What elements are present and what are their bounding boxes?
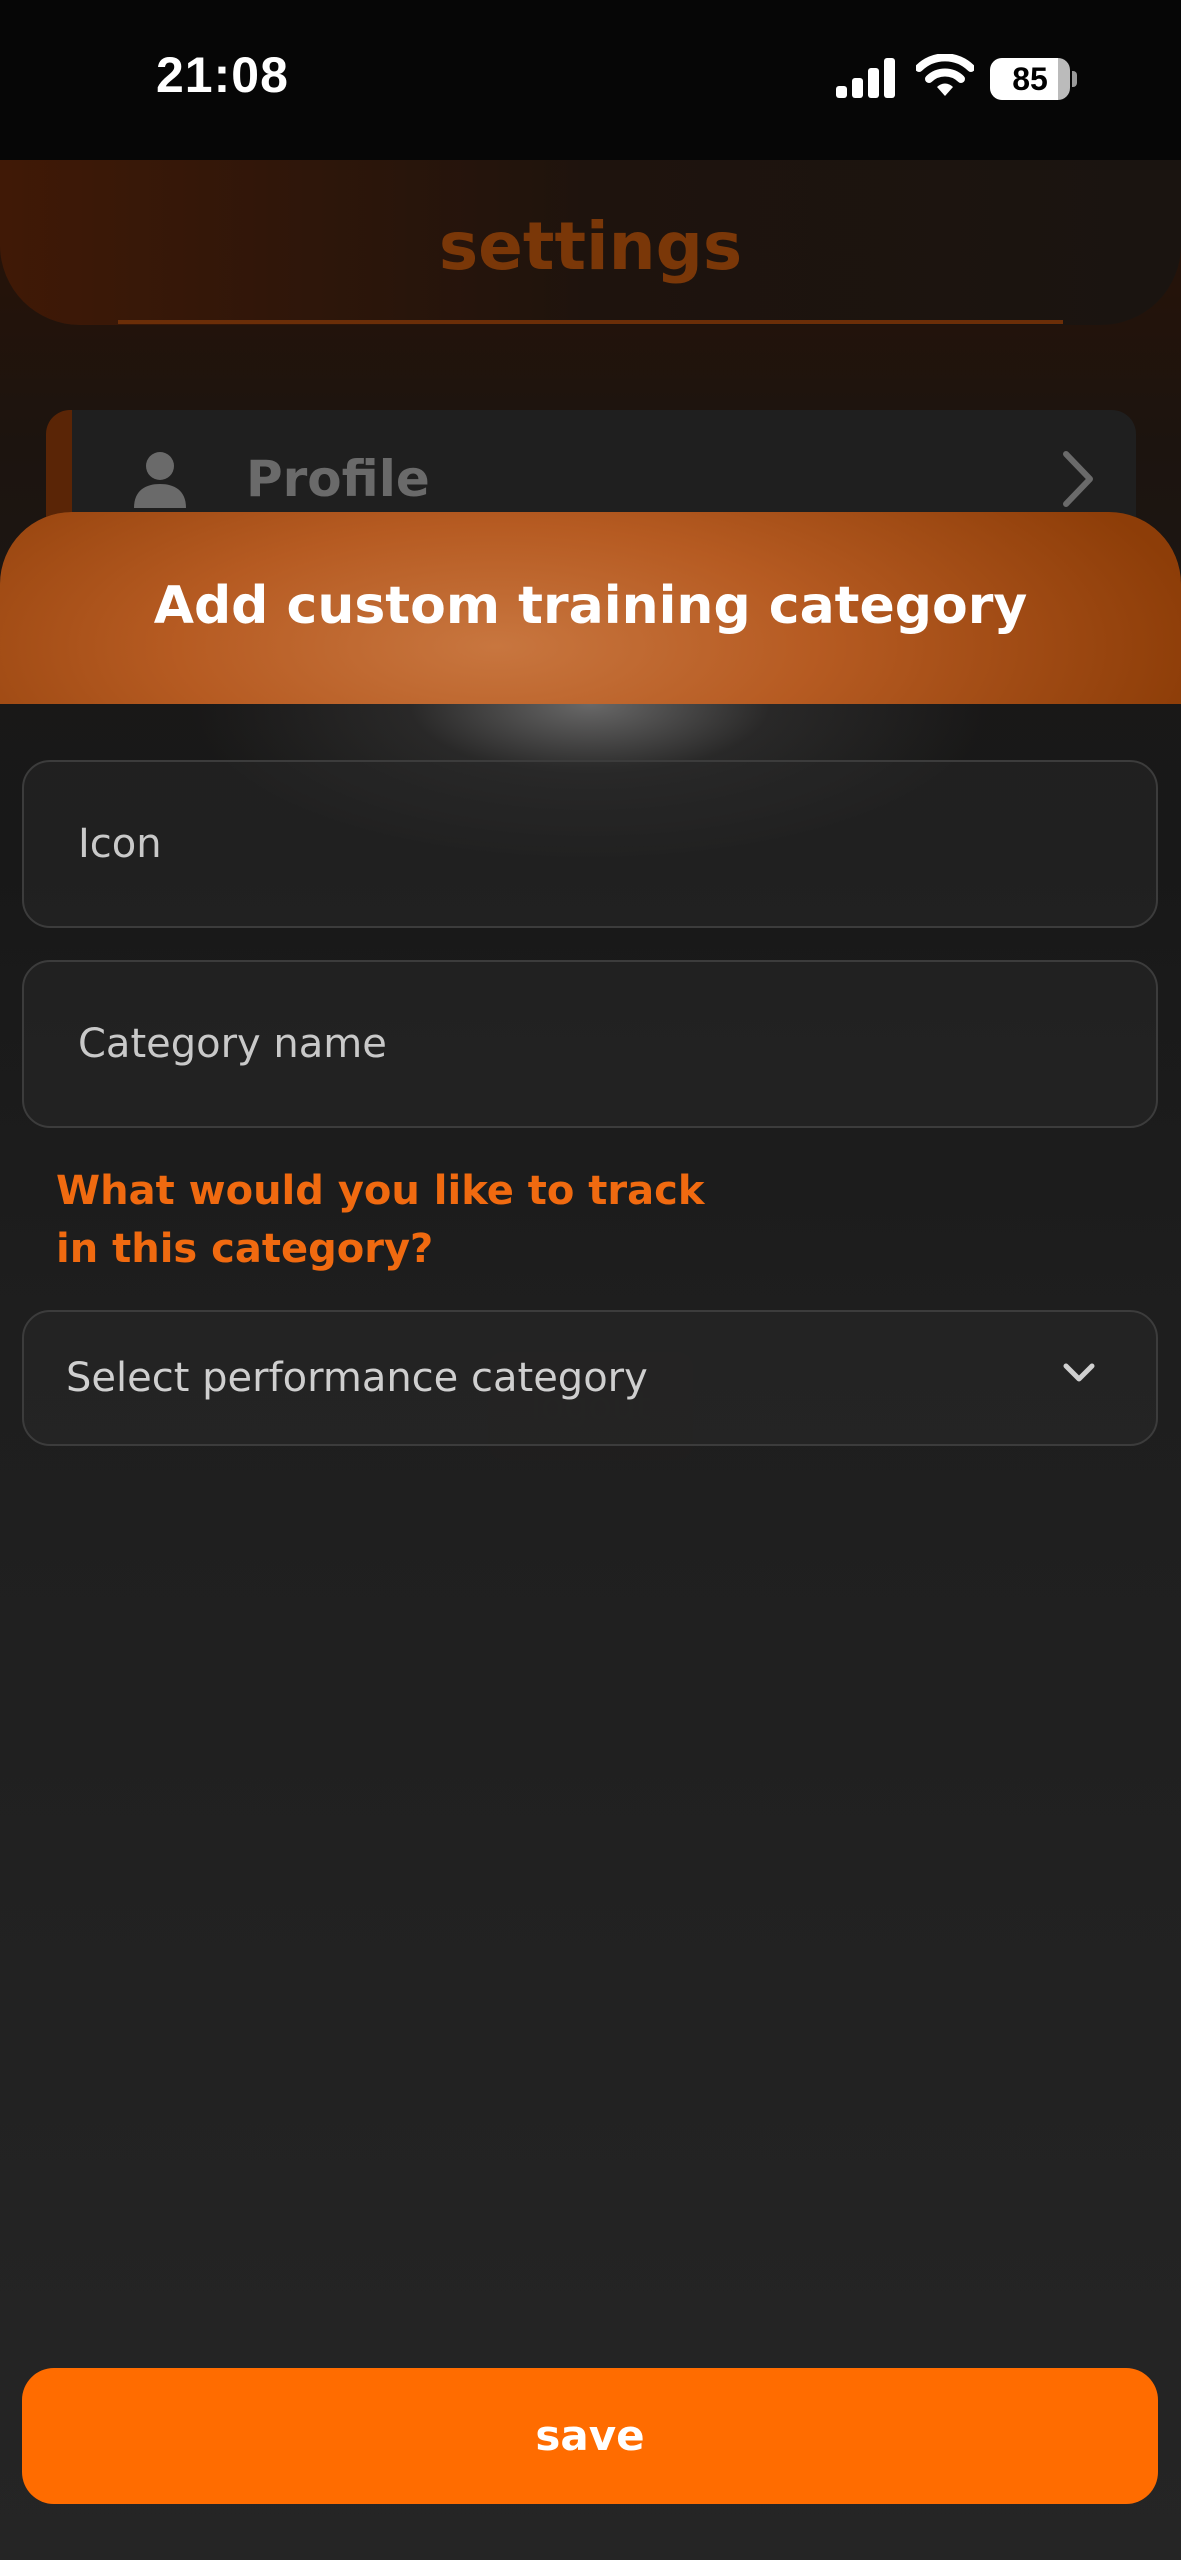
background-page-title: settings <box>438 208 743 285</box>
background-profile-label: Profile <box>246 450 430 508</box>
track-question-line-1: What would you like to track <box>56 1168 705 1214</box>
sheet-title: Add custom training category <box>153 576 1028 636</box>
battery-icon: 85 <box>990 58 1077 100</box>
chevron-down-icon <box>1063 1363 1095 1382</box>
screen: 21:08 85 settings Profile Add custom tra… <box>0 0 1181 2560</box>
battery-body: 85 <box>990 58 1070 100</box>
status-time: 21:08 <box>156 47 289 103</box>
wifi-icon <box>916 54 974 96</box>
icon-field[interactable]: Icon <box>22 760 1158 928</box>
background-title-underline <box>118 320 1063 324</box>
category-name-field[interactable]: Category name <box>22 960 1158 1128</box>
status-bar: 21:08 85 <box>0 0 1181 160</box>
performance-category-select[interactable]: Select performance category <box>22 1310 1158 1446</box>
cellular-signal-icon <box>836 58 895 98</box>
category-name-placeholder: Category name <box>78 1021 387 1067</box>
sheet-header: Add custom training category <box>0 512 1181 704</box>
track-question-line-2: in this category? <box>56 1226 434 1272</box>
person-icon <box>134 452 186 508</box>
battery-level: 85 <box>1012 61 1048 97</box>
track-question: What would you like to track in this cat… <box>56 1162 704 1278</box>
add-category-sheet: Add custom training category Icon Catego… <box>0 512 1181 2560</box>
battery-cap <box>1072 71 1077 87</box>
chevron-right-icon <box>1063 451 1093 507</box>
save-button[interactable]: save <box>22 2368 1158 2504</box>
icon-field-placeholder: Icon <box>78 821 162 867</box>
performance-category-placeholder: Select performance category <box>66 1355 648 1401</box>
